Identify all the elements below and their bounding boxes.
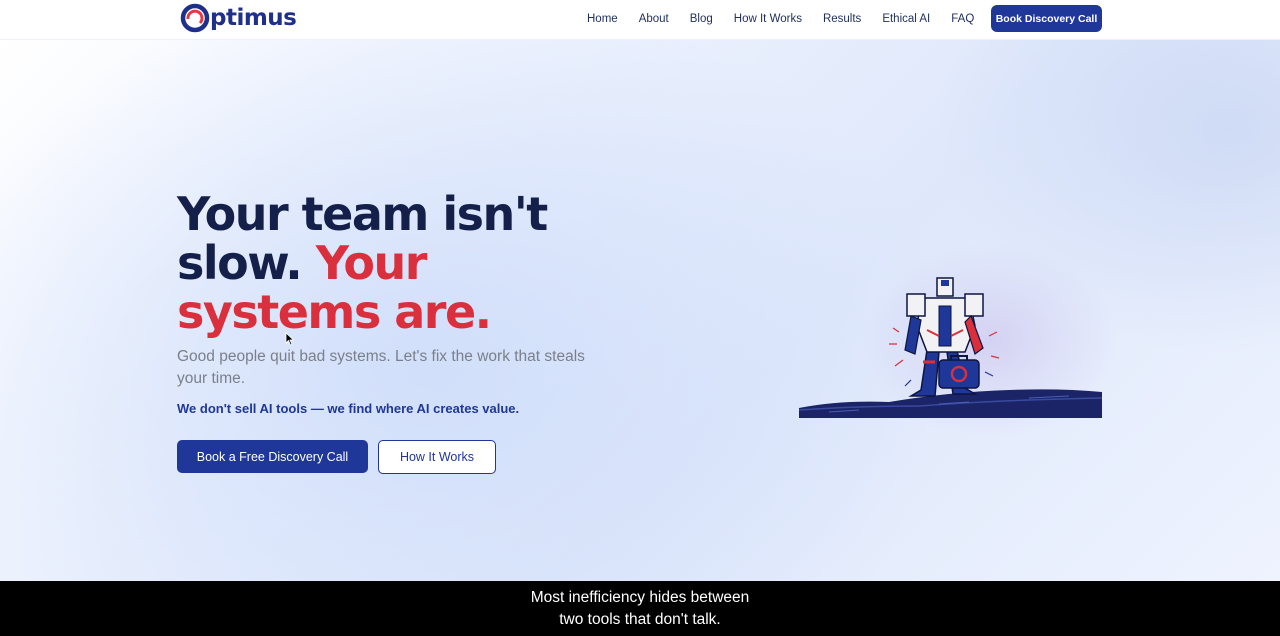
book-free-discovery-call-button[interactable]: Book a Free Discovery Call bbox=[177, 440, 368, 473]
hero-headline: Your team isn't slow. Your systems are. bbox=[177, 190, 637, 337]
robot-with-briefcase-illustration bbox=[799, 277, 1102, 418]
caption-line-2: two tools that don't talk. bbox=[559, 610, 721, 628]
nav-link-results[interactable]: Results bbox=[823, 13, 861, 25]
nav-link-faq[interactable]: FAQ bbox=[951, 13, 974, 25]
nav-link-about[interactable]: About bbox=[639, 13, 669, 25]
how-it-works-button[interactable]: How It Works bbox=[378, 440, 496, 474]
optimus-logo[interactable]: ptimus bbox=[180, 3, 297, 33]
mouse-pointer-icon bbox=[285, 332, 295, 346]
hero-section: Your team isn't slow. Your systems are. … bbox=[0, 40, 1280, 581]
hero-subheading: Good people quit bad systems. Let's fix … bbox=[177, 348, 585, 387]
logo-o-icon bbox=[180, 3, 210, 33]
nav-link-blog[interactable]: Blog bbox=[690, 13, 713, 25]
caption-line-1: Most inefficiency hides between bbox=[530, 588, 750, 606]
nav-link-how-it-works[interactable]: How It Works bbox=[734, 13, 802, 25]
book-discovery-call-button[interactable]: Book Discovery Call bbox=[991, 5, 1102, 32]
nav-link-home[interactable]: Home bbox=[587, 13, 618, 25]
nav-link-ethical-ai[interactable]: Ethical AI bbox=[882, 13, 930, 25]
logo-wordmark: ptimus bbox=[210, 5, 297, 31]
main-nav: Home About Blog How It Works Results Eth… bbox=[587, 0, 995, 37]
video-caption-bar: Most inefficiency hides between two tool… bbox=[0, 581, 1280, 636]
top-navigation-bar: ptimus Home About Blog How It Works Resu… bbox=[0, 0, 1280, 40]
hero-value-statement: We don't sell AI tools — we find where A… bbox=[177, 401, 520, 416]
